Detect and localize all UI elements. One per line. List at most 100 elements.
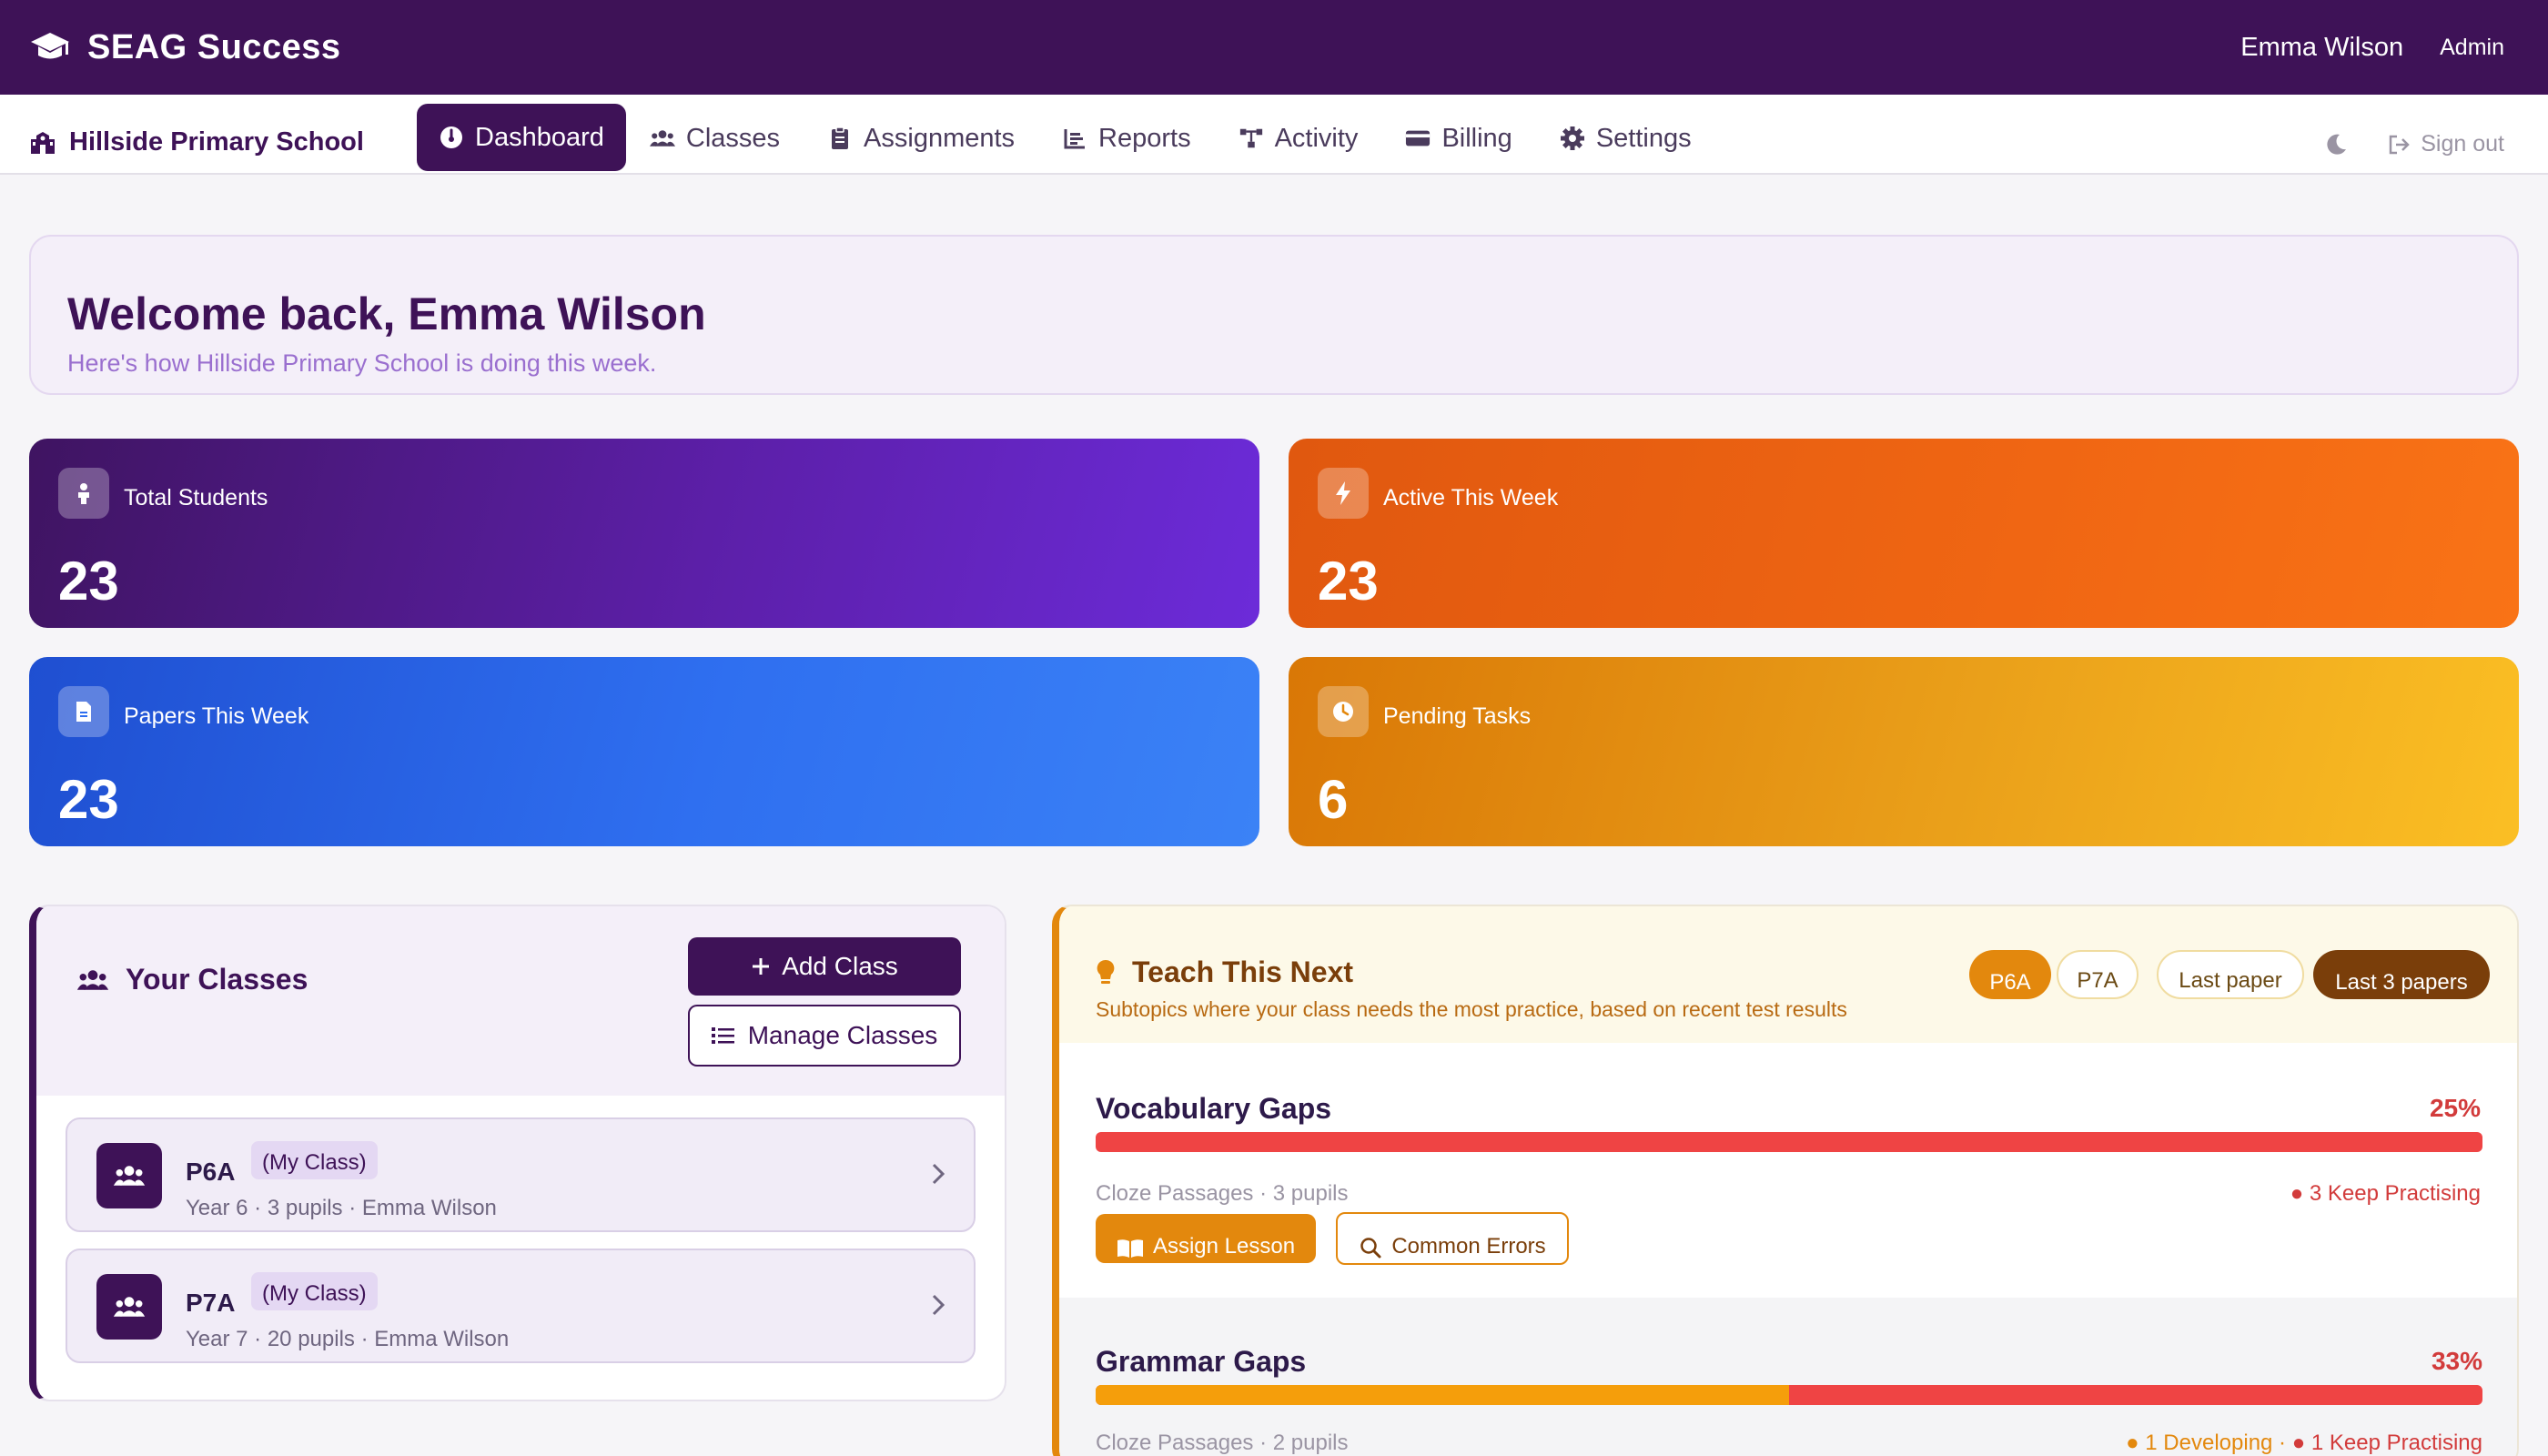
clock-icon bbox=[1318, 686, 1369, 737]
gap-meta: Cloze Passages · 3 pupils bbox=[1096, 1181, 1349, 1206]
filter-last-paper[interactable]: Last paper bbox=[2157, 950, 2304, 999]
gap-status: ● 1 Developing · ● 1 Keep Practising bbox=[2126, 1431, 2482, 1456]
nav-bar: Hillside Primary School Dashboard Classe… bbox=[0, 95, 2548, 175]
filter-last-3-papers[interactable]: Last 3 papers bbox=[2313, 950, 2490, 999]
gap-status: ● 3 Keep Practising bbox=[2290, 1181, 2481, 1206]
gear-icon bbox=[1560, 126, 1585, 151]
nav-item-activity[interactable]: Activity bbox=[1215, 106, 1382, 171]
common-errors-label: Common Errors bbox=[1391, 1234, 1546, 1259]
manage-classes-button[interactable]: Manage Classes bbox=[688, 1005, 961, 1067]
nav-item-assignments[interactable]: Assignments bbox=[804, 106, 1038, 171]
stat-card-total-students[interactable]: Total Students 23 bbox=[29, 439, 1259, 628]
nav-item-classes[interactable]: Classes bbox=[626, 106, 804, 171]
nav-item-billing[interactable]: Billing bbox=[1381, 106, 1535, 171]
stat-label: Pending Tasks bbox=[1383, 703, 1532, 729]
nav-label: Assignments bbox=[864, 123, 1016, 153]
brand-name: SEAG Success bbox=[87, 27, 341, 66]
common-errors-button[interactable]: Common Errors bbox=[1336, 1212, 1569, 1265]
sign-out-button[interactable]: Sign out bbox=[2388, 131, 2504, 157]
gap-progress-bar bbox=[1096, 1132, 2482, 1152]
teach-this-next-header: Teach This Next Subtopics where your cla… bbox=[1059, 906, 2517, 1043]
user-area: Emma Wilson Admin bbox=[2240, 33, 2504, 63]
class-name: P6A bbox=[186, 1158, 236, 1186]
gap-percent: 25% bbox=[2429, 1094, 2481, 1122]
chart-icon bbox=[1062, 126, 1087, 151]
sign-out-label: Sign out bbox=[2421, 131, 2504, 157]
class-group-icon bbox=[96, 1274, 162, 1340]
top-bar: SEAG Success Emma Wilson Admin bbox=[0, 0, 2548, 95]
bolt-icon bbox=[1318, 468, 1369, 519]
list-icon bbox=[711, 1026, 735, 1046]
nav-item-dashboard[interactable]: Dashboard bbox=[417, 104, 626, 171]
filter-class-p6a[interactable]: P6A bbox=[1969, 950, 2051, 999]
stat-value: 6 bbox=[1318, 769, 1349, 830]
gap-card-grammar: Grammar Gaps 33% Cloze Passages · 2 pupi… bbox=[1059, 1298, 2517, 1456]
user-name[interactable]: Emma Wilson bbox=[2240, 33, 2403, 63]
filter-class-p7a[interactable]: P7A bbox=[2057, 950, 2138, 999]
users-icon bbox=[76, 966, 109, 994]
graduation-cap-icon bbox=[29, 29, 71, 66]
gap-title: Vocabulary Gaps bbox=[1096, 1092, 1332, 1125]
nav-label: Dashboard bbox=[475, 122, 604, 152]
class-name: P7A bbox=[186, 1289, 236, 1317]
gauge-icon bbox=[439, 125, 464, 150]
class-meta: Year 7 · 20 pupils · Emma Wilson bbox=[186, 1327, 510, 1351]
stat-value: 23 bbox=[1318, 551, 1379, 612]
your-classes-panel: Your Classes Add Class Manage Classes P6… bbox=[29, 905, 1006, 1401]
your-classes-title: Your Classes bbox=[76, 963, 308, 996]
assign-lesson-button[interactable]: Assign Lesson bbox=[1096, 1214, 1316, 1263]
chevron-right-icon bbox=[930, 1161, 946, 1187]
class-group-icon bbox=[96, 1143, 162, 1208]
status-developing: ● 1 Developing bbox=[2126, 1431, 2273, 1455]
gap-progress-developing bbox=[1096, 1385, 1789, 1405]
your-classes-label: Your Classes bbox=[126, 963, 308, 996]
your-classes-header: Your Classes Add Class Manage Classes bbox=[36, 906, 1005, 1096]
person-icon bbox=[58, 468, 109, 519]
lightbulb-icon bbox=[1096, 958, 1116, 987]
brand[interactable]: SEAG Success bbox=[29, 28, 340, 67]
manage-classes-label: Manage Classes bbox=[747, 1021, 938, 1049]
credit-card-icon bbox=[1405, 126, 1431, 151]
nav-label: Classes bbox=[685, 123, 781, 153]
stat-label: Total Students bbox=[124, 484, 268, 511]
nav-label: Activity bbox=[1274, 123, 1359, 153]
welcome-subtitle: Here's how Hillside Primary School is do… bbox=[67, 349, 657, 377]
main-nav: Dashboard Classes Assignments Reports Ac… bbox=[417, 102, 1715, 171]
nav-label: Settings bbox=[1595, 123, 1692, 153]
add-class-label: Add Class bbox=[782, 952, 898, 980]
class-row-p6a[interactable]: P6A (My Class) Year 6 · 3 pupils · Emma … bbox=[66, 1117, 976, 1232]
school-building-icon bbox=[29, 130, 56, 156]
add-class-button[interactable]: Add Class bbox=[688, 937, 961, 996]
stat-card-pending-tasks[interactable]: Pending Tasks 6 bbox=[1289, 657, 2519, 846]
stat-card-papers-this-week[interactable]: Papers This Week 23 bbox=[29, 657, 1259, 846]
nav-right: Sign out bbox=[2324, 131, 2504, 157]
clipboard-icon bbox=[827, 126, 853, 151]
status-keep-practising: ● 1 Keep Practising bbox=[2291, 1431, 2482, 1455]
sign-out-icon bbox=[2388, 134, 2412, 156]
stat-card-active-this-week[interactable]: Active This Week 23 bbox=[1289, 439, 2519, 628]
school-name: Hillside Primary School bbox=[29, 127, 364, 157]
stat-label: Active This Week bbox=[1383, 484, 1559, 511]
document-icon bbox=[58, 686, 109, 737]
users-icon bbox=[649, 126, 675, 151]
teach-this-next-title: Teach This Next bbox=[1096, 956, 1353, 989]
moon-icon[interactable] bbox=[2324, 133, 2348, 157]
status-separator: · bbox=[2272, 1431, 2292, 1455]
welcome-title: Welcome back, Emma Wilson bbox=[67, 288, 706, 339]
stat-value: 23 bbox=[58, 551, 119, 612]
nav-item-reports[interactable]: Reports bbox=[1038, 106, 1215, 171]
welcome-banner: Welcome back, Emma Wilson Here's how Hil… bbox=[29, 235, 2519, 395]
class-meta: Year 6 · 3 pupils · Emma Wilson bbox=[186, 1196, 497, 1220]
class-tag-badge: (My Class) bbox=[251, 1141, 378, 1179]
gap-progress-bar bbox=[1096, 1385, 2482, 1405]
user-role-badge: Admin bbox=[2440, 34, 2504, 60]
nav-item-settings[interactable]: Settings bbox=[1536, 106, 1715, 171]
chevron-right-icon bbox=[930, 1292, 946, 1318]
teach-this-next-panel: Teach This Next Subtopics where your cla… bbox=[1052, 905, 2519, 1456]
teach-title-label: Teach This Next bbox=[1132, 956, 1354, 988]
network-icon bbox=[1239, 126, 1264, 151]
nav-label: Reports bbox=[1098, 123, 1191, 153]
class-row-p7a[interactable]: P7A (My Class) Year 7 · 20 pupils · Emma… bbox=[66, 1249, 976, 1363]
class-tag-badge: (My Class) bbox=[251, 1272, 378, 1310]
stat-label: Papers This Week bbox=[124, 703, 309, 729]
